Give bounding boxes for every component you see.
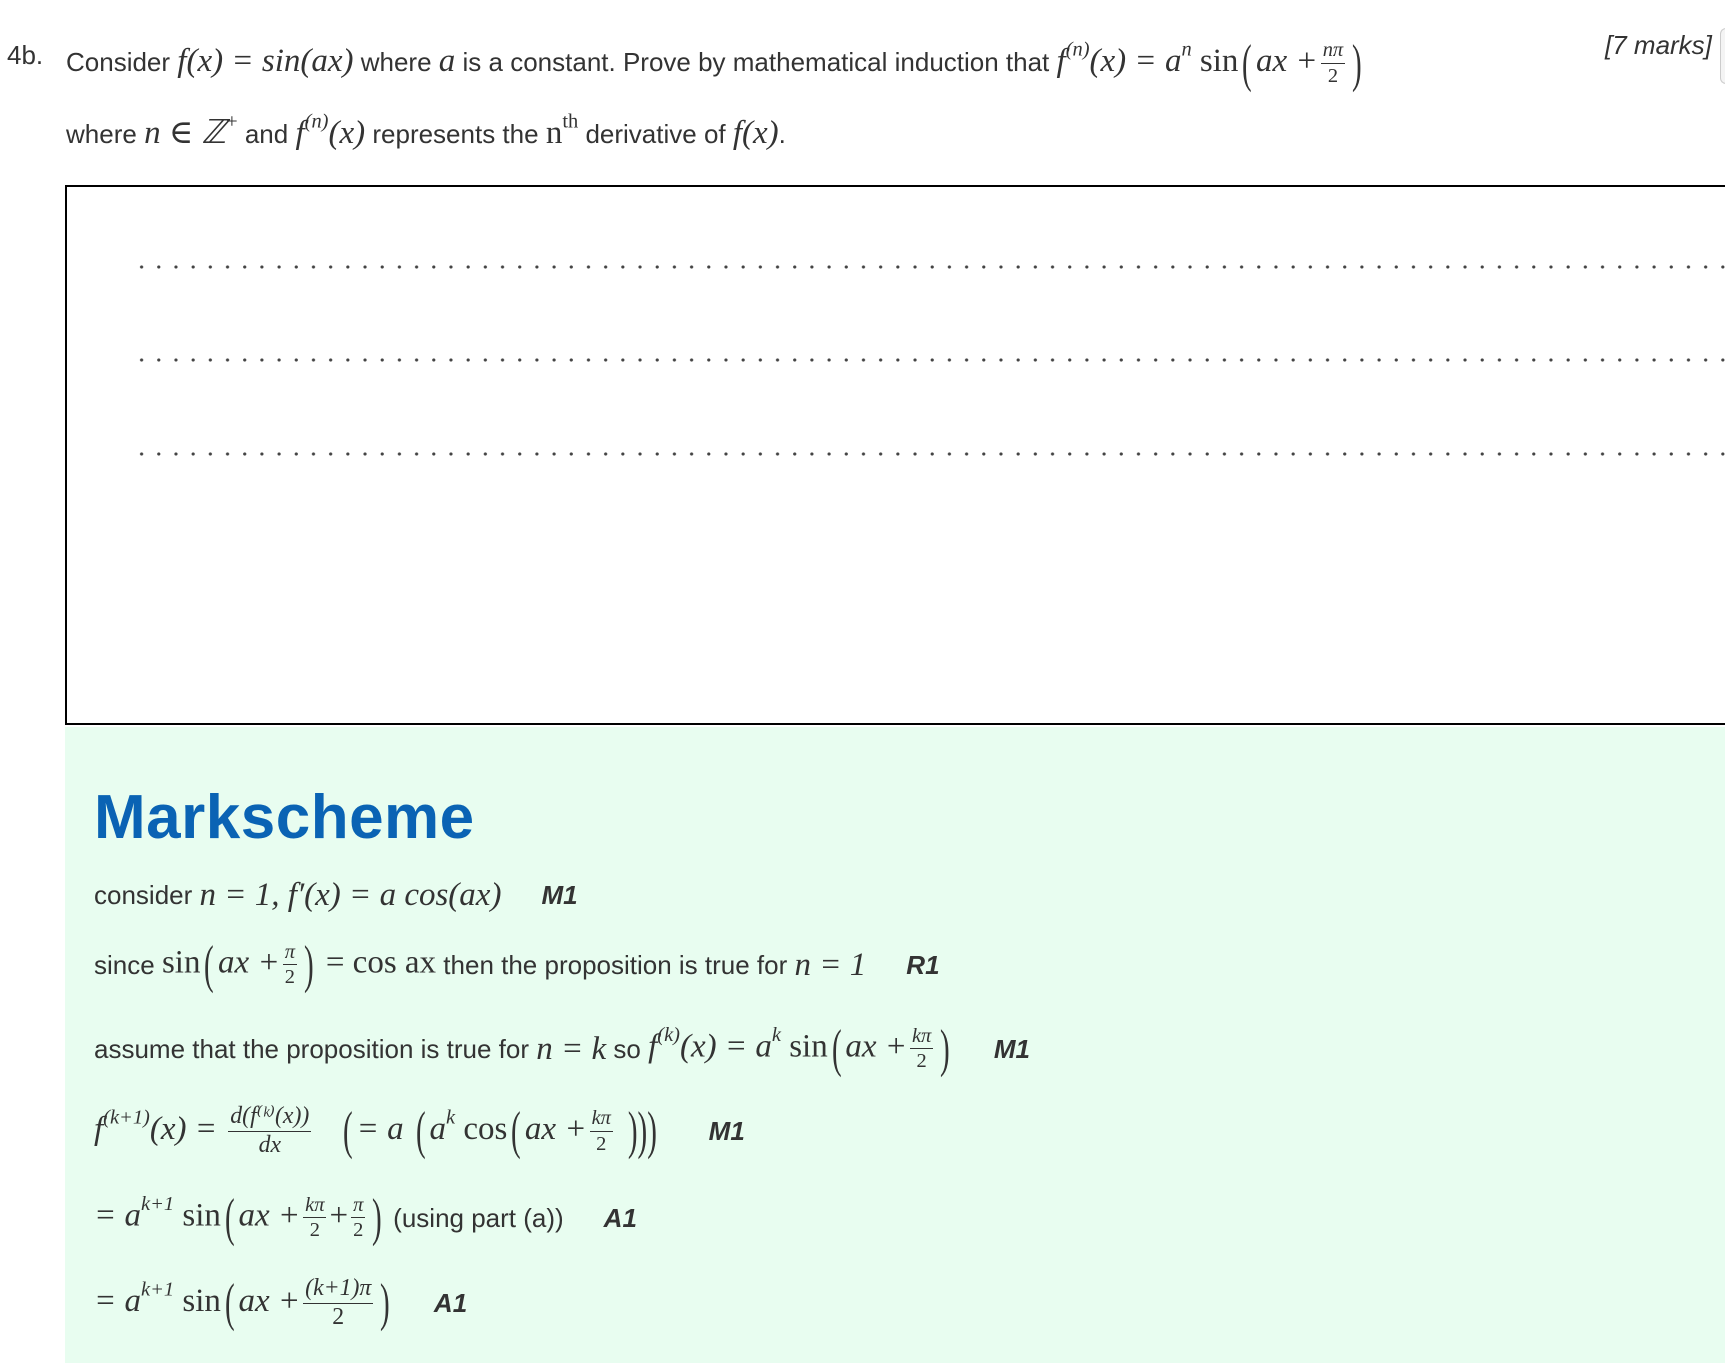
mark-code: A1 [433, 1288, 468, 1319]
answer-dotted-line [133, 265, 1725, 269]
mark-code: M1 [993, 1033, 1031, 1064]
text: since [94, 949, 155, 980]
text: derivative of [585, 119, 726, 149]
text: Consider [66, 47, 171, 77]
answer-dotted-line [133, 452, 1725, 456]
math: f(k)(x) = ak sin(ax + kπ 2) [648, 1020, 950, 1078]
mark-code: M1 [708, 1116, 745, 1147]
question-text-line-2: where n ∈ ℤ+ and f(n)(x) represents the … [66, 100, 786, 167]
math-fx: f(x) [732, 115, 779, 151]
math-nth-derivative: f(n)(x) [295, 110, 366, 151]
math: sin(ax + π 2) = cos ax [161, 936, 437, 994]
math: = ak+1 sin(ax + kπ 2 + π 2) [94, 1189, 382, 1247]
markscheme-panel: Markscheme consider n = 1, f′(x) = a cos… [65, 727, 1725, 1363]
text: so [613, 1033, 641, 1064]
math-claim: f(n)(x) = an sin(ax + nπ 2) [1056, 34, 1362, 93]
math: f(k+1)(x) = d(f⁽ᵏ⁾(x)) dx (= a (ak cos(ax… [94, 1102, 657, 1161]
text: then the proposition is true for [443, 949, 788, 980]
period: . [778, 119, 786, 149]
markscheme-title: Markscheme [94, 783, 475, 852]
answer-box[interactable] [65, 185, 1725, 725]
markscheme-line-6: = ak+1 sin(ax + (k+1)π 2) A1 [94, 1274, 468, 1333]
mark-code: R1 [906, 949, 940, 980]
markscheme-line-1: consider n = 1, f′(x) = a cos(ax) M1 [94, 877, 578, 914]
text: represents the [372, 119, 539, 149]
math: = ak+1 sin(ax + (k+1)π 2) [94, 1274, 390, 1333]
mark-code: A1 [603, 1202, 637, 1233]
math: n = 1, f′(x) = a cos(ax) [199, 877, 502, 913]
markscheme-line-5: = ak+1 sin(ax + kπ 2 + π 2) (using part (a)) … [94, 1192, 637, 1245]
math-function-definition: f(x) = sin(ax) [177, 43, 354, 79]
text: where [360, 47, 432, 77]
text: (using part (a)) [393, 1202, 564, 1233]
text: is a constant. Prove by mathematical ind… [462, 47, 1050, 77]
text: assume that the proposition is true for [94, 1033, 530, 1064]
question-text-line-1: Consider f(x) = sin(ax) where a is a con… [66, 28, 1366, 95]
text: and [244, 119, 289, 149]
mark-code: M1 [541, 880, 578, 910]
markscheme-line-2: since sin(ax + π 2) = cos ax then the prop… [94, 939, 940, 992]
math: n = k [536, 1030, 607, 1067]
markscheme-line-4: f(k+1)(x) = d(f⁽ᵏ⁾(x)) dx (= a (ak cos(ax… [94, 1102, 745, 1161]
side-tab[interactable] [1720, 28, 1725, 84]
answer-dotted-line [133, 358, 1725, 362]
math-condition: n ∈ ℤ+ [144, 110, 238, 151]
marks-label: [7 marks] [1605, 30, 1712, 60]
math: n = 1 [794, 946, 867, 983]
text: consider [94, 880, 193, 910]
math-nth: nth [545, 110, 579, 151]
markscheme-line-3: assume that the proposition is true for … [94, 1023, 1030, 1076]
question-number: 4b. [7, 40, 44, 70]
math-constant: a [438, 43, 456, 79]
text: where [66, 119, 137, 149]
